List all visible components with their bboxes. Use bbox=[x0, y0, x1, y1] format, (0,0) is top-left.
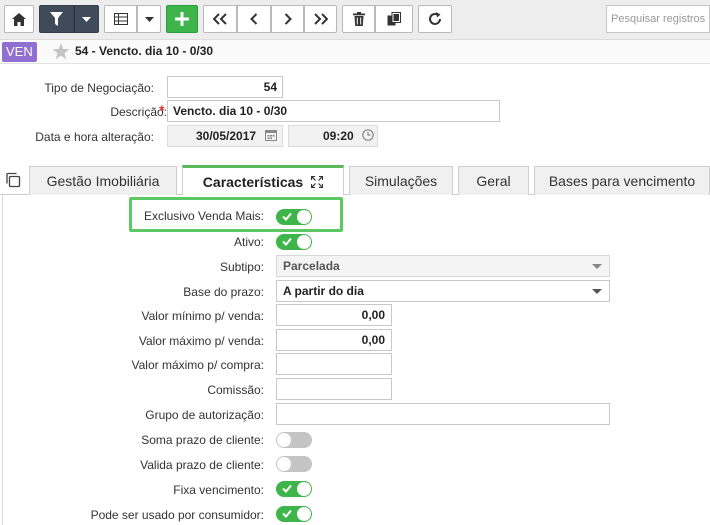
tab-label: Características bbox=[202, 173, 304, 190]
toggle-knob bbox=[297, 507, 311, 521]
valor-minimo-venda-label: Valor mínimo p/ venda: bbox=[141, 309, 264, 323]
calendar-icon bbox=[265, 130, 277, 141]
subtipo-select[interactable]: Parcelada bbox=[276, 255, 610, 277]
fixa-vencimento-toggle[interactable] bbox=[276, 481, 312, 497]
usado-por-consumidor-label: Pode ser usado por consumidor: bbox=[90, 508, 264, 522]
tab-caracteristicas[interactable]: Características bbox=[182, 165, 344, 195]
last-record-button[interactable] bbox=[304, 5, 337, 33]
check-icon bbox=[282, 237, 292, 246]
valor-maximo-venda-label: Valor máximo p/ venda: bbox=[138, 334, 264, 348]
tab-gestao-imobiliaria[interactable]: Gestão Imobiliária bbox=[29, 166, 177, 195]
fixa-vencimento-label: Fixa vencimento: bbox=[173, 483, 264, 497]
descricao-field[interactable]: Vencto. dia 10 - 0/30 bbox=[167, 100, 500, 122]
trash-icon bbox=[352, 12, 365, 26]
toggle-knob bbox=[297, 235, 311, 249]
search-input[interactable] bbox=[606, 5, 710, 33]
valor-maximo-venda-field[interactable]: 0,00 bbox=[276, 329, 392, 351]
data-value: 30/05/2017 bbox=[196, 129, 257, 143]
clock-icon bbox=[362, 129, 374, 141]
soma-prazo-cliente-toggle[interactable] bbox=[276, 432, 312, 448]
next-record-button[interactable] bbox=[271, 5, 304, 33]
tab-label: Gestão Imobiliária bbox=[46, 173, 160, 189]
toggle-knob bbox=[277, 433, 291, 447]
chevron-right-icon bbox=[284, 13, 292, 25]
record-title: 54 - Vencto. dia 10 - 0/30 bbox=[75, 44, 214, 58]
hora-value: 09:20 bbox=[323, 129, 354, 143]
refresh-button[interactable] bbox=[418, 5, 452, 33]
caret-down-icon bbox=[592, 264, 602, 269]
toggle-knob bbox=[297, 482, 311, 496]
valor-maximo-compra-field[interactable] bbox=[276, 353, 392, 375]
expand-icon[interactable] bbox=[311, 175, 324, 188]
chevron-left-icon bbox=[250, 13, 258, 25]
tab-bases-para-vencimento[interactable]: Bases para vencimento bbox=[534, 166, 710, 195]
tab-label: Simulações bbox=[364, 173, 438, 189]
tab-simulacoes[interactable]: Simulações bbox=[349, 166, 453, 195]
comissao-label: Comissão: bbox=[207, 383, 264, 397]
refresh-icon bbox=[429, 12, 441, 25]
duplicate-button[interactable] bbox=[375, 5, 413, 33]
grid-icon bbox=[113, 13, 128, 25]
caret-down-icon bbox=[592, 289, 602, 294]
copy-icon bbox=[387, 12, 401, 26]
comissao-field[interactable] bbox=[276, 378, 392, 400]
home-icon bbox=[12, 12, 26, 26]
ativo-toggle[interactable] bbox=[276, 234, 312, 250]
valor-maximo-compra-label: Valor máximo p/ compra: bbox=[131, 358, 265, 372]
star-icon[interactable] bbox=[52, 43, 70, 60]
tipo-negociacao-label: Tipo de Negociação: bbox=[44, 81, 154, 95]
base-do-prazo-select[interactable]: A partir do dia bbox=[276, 280, 610, 302]
filter-button[interactable] bbox=[39, 5, 74, 33]
grupo-autorizacao-label: Grupo de autorização: bbox=[145, 408, 264, 422]
tab-geral[interactable]: Geral bbox=[458, 166, 529, 195]
exclusivo-venda-mais-toggle[interactable] bbox=[276, 209, 312, 225]
tab-label: Bases para vencimento bbox=[548, 173, 696, 189]
caret-down-icon bbox=[144, 16, 154, 22]
soma-prazo-cliente-label: Soma prazo de cliente: bbox=[141, 433, 264, 447]
filter-dropdown-button[interactable] bbox=[74, 5, 99, 33]
first-record-button[interactable] bbox=[203, 5, 237, 33]
subtipo-label: Subtipo: bbox=[219, 260, 264, 274]
usado-por-consumidor-toggle[interactable] bbox=[276, 506, 312, 522]
module-badge: VEN bbox=[2, 42, 37, 62]
toggle-knob bbox=[297, 210, 311, 224]
view-dropdown-button[interactable] bbox=[137, 5, 161, 33]
required-asterisk: * bbox=[159, 102, 165, 118]
tab-label: Geral bbox=[476, 173, 511, 189]
filter-icon bbox=[50, 12, 63, 26]
exclusivo-venda-mais-label: Exclusivo Venda Mais: bbox=[143, 209, 264, 223]
toolbar bbox=[0, 0, 710, 40]
add-button[interactable] bbox=[166, 5, 198, 33]
plus-icon bbox=[175, 12, 189, 26]
valida-prazo-cliente-toggle[interactable] bbox=[276, 456, 312, 472]
grupo-autorizacao-field[interactable] bbox=[276, 403, 610, 425]
grid-view-button[interactable] bbox=[104, 5, 137, 33]
home-button[interactable] bbox=[4, 5, 34, 33]
copy-tabs-icon[interactable] bbox=[5, 172, 21, 188]
check-icon bbox=[282, 509, 292, 518]
base-do-prazo-value: A partir do dia bbox=[283, 284, 364, 298]
caret-down-icon bbox=[82, 16, 91, 22]
delete-button[interactable] bbox=[342, 5, 375, 33]
valor-minimo-venda-field[interactable]: 0,00 bbox=[276, 304, 392, 326]
data-alteracao-label: Data e hora alteração: bbox=[35, 130, 154, 144]
subtipo-value: Parcelada bbox=[283, 259, 340, 273]
tipo-negociacao-field[interactable]: 54 bbox=[167, 76, 283, 98]
record-title-bar: VEN 54 - Vencto. dia 10 - 0/30 bbox=[0, 40, 710, 64]
toggle-knob bbox=[277, 457, 291, 471]
base-do-prazo-label: Base do prazo: bbox=[183, 285, 264, 299]
double-chevron-left-icon bbox=[213, 13, 227, 25]
ativo-label: Ativo: bbox=[233, 235, 264, 249]
double-chevron-right-icon bbox=[313, 13, 328, 25]
previous-record-button[interactable] bbox=[237, 5, 271, 33]
check-icon bbox=[282, 484, 292, 493]
check-icon bbox=[282, 212, 292, 221]
valida-prazo-cliente-label: Valida prazo de cliente: bbox=[140, 458, 264, 472]
